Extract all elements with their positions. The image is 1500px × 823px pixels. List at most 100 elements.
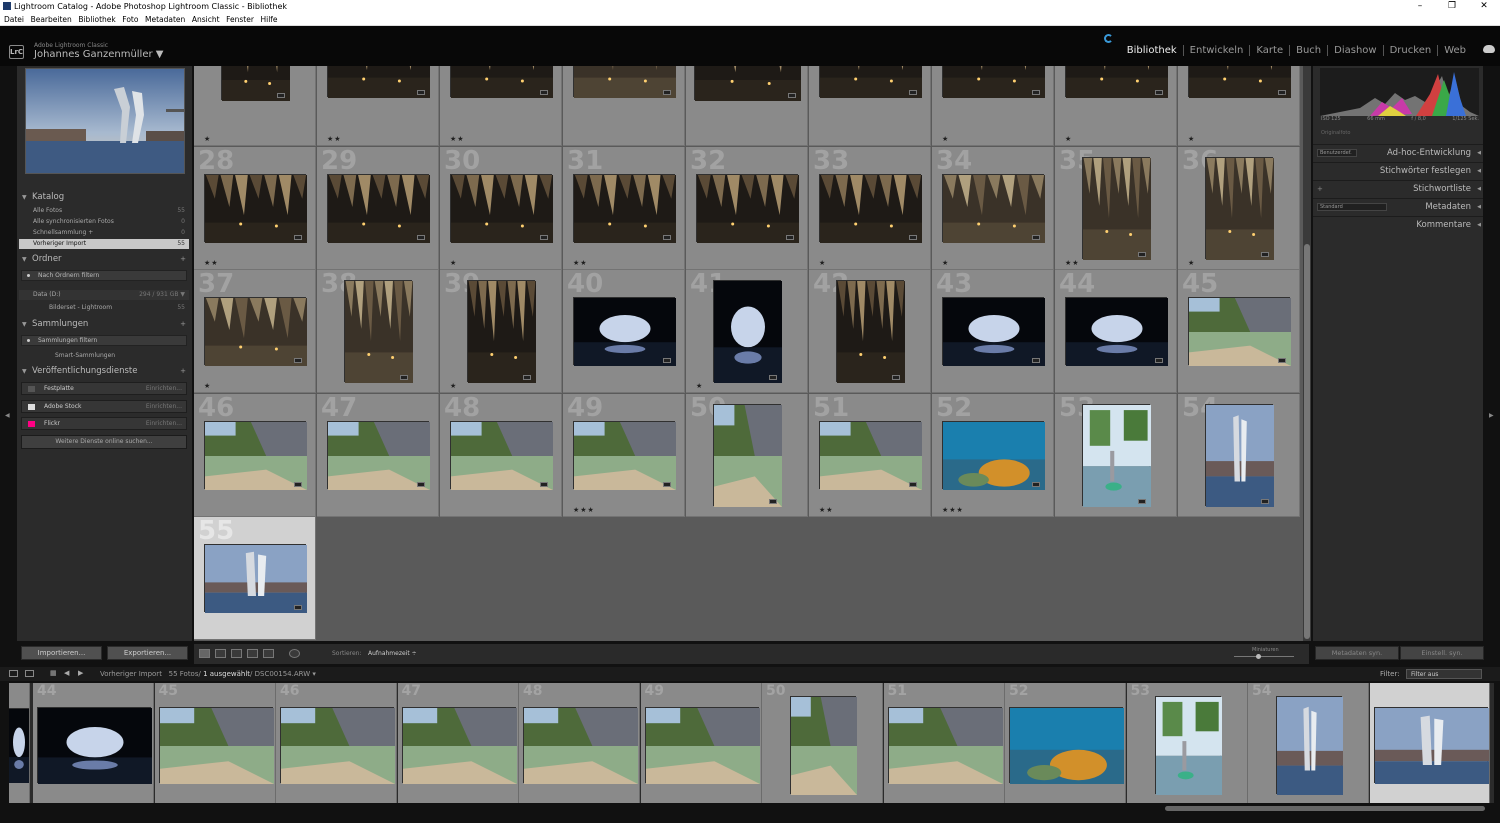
section-metadaten[interactable]: Standard Metadaten ◀ xyxy=(1313,198,1483,215)
restore-icon[interactable]: ❐ xyxy=(1436,0,1468,14)
survey-view-icon[interactable] xyxy=(247,649,258,658)
photo-thumbnail[interactable] xyxy=(204,544,307,613)
filmstrip-thumbnail[interactable] xyxy=(1276,696,1343,795)
grid-cell[interactable]: 35 ★★ xyxy=(1055,147,1177,270)
photo-thumbnail[interactable] xyxy=(450,66,553,98)
edit-badge-icon[interactable] xyxy=(1138,499,1146,504)
grid-cell[interactable]: ★★ xyxy=(317,66,439,146)
export-button[interactable]: Exportieren... xyxy=(107,646,188,660)
edit-badge-icon[interactable] xyxy=(786,235,794,240)
filmstrip-thumbnail[interactable] xyxy=(280,707,395,784)
menu-metadaten[interactable]: Metadaten xyxy=(145,14,185,25)
photo-thumbnail[interactable] xyxy=(327,421,430,490)
smart-collections-row[interactable]: Smart-Sammlungen xyxy=(19,351,189,361)
filmstrip-thumbnail[interactable] xyxy=(158,707,274,784)
grid-cell[interactable]: 39 ★ xyxy=(440,270,562,393)
scrollbar-thumb[interactable] xyxy=(1304,244,1310,639)
folder-filter-input[interactable]: Nach Ordnern filtern xyxy=(21,270,187,281)
filmstrip-cell[interactable]: 46 xyxy=(276,683,397,803)
edit-badge-icon[interactable] xyxy=(540,235,548,240)
photo-thumbnail[interactable] xyxy=(942,297,1045,366)
back-arrow-icon[interactable]: ◀ xyxy=(64,670,73,677)
catalog-item[interactable]: Schnellsammlung +0 xyxy=(19,228,189,238)
edit-badge-icon[interactable] xyxy=(277,93,285,98)
sort-select[interactable]: Aufnahmezeit ÷ xyxy=(368,650,417,657)
filmstrip-thumbnail[interactable] xyxy=(1009,707,1124,784)
edit-badge-icon[interactable] xyxy=(540,482,548,487)
photo-thumbnail[interactable] xyxy=(1082,404,1151,507)
grid-cell[interactable]: 48 xyxy=(440,394,562,517)
edit-badge-icon[interactable] xyxy=(1155,90,1163,95)
module-diashow[interactable]: Diashow xyxy=(1328,45,1382,56)
menu-foto[interactable]: Foto xyxy=(122,14,138,25)
left-panel-edge[interactable]: ◀ xyxy=(0,66,17,666)
grid-cell[interactable]: ★ xyxy=(194,66,316,146)
add-icon[interactable]: + xyxy=(180,253,186,266)
filmstrip-cell[interactable]: 51 xyxy=(883,683,1005,803)
add-icon[interactable]: + xyxy=(180,365,186,378)
module-buch[interactable]: Buch xyxy=(1290,45,1327,56)
grid-cell[interactable]: 43 xyxy=(932,270,1054,393)
edit-badge-icon[interactable] xyxy=(909,90,917,95)
photo-thumbnail[interactable] xyxy=(573,174,676,243)
filmstrip-breadcrumb[interactable]: Vorheriger Import 55 Fotos/ 1 ausgewählt… xyxy=(100,670,316,678)
menu-datei[interactable]: Datei xyxy=(4,14,24,25)
star-rating[interactable]: ★★ xyxy=(450,135,465,143)
edit-badge-icon[interactable] xyxy=(1032,90,1040,95)
star-rating[interactable]: ★ xyxy=(1188,259,1195,267)
edit-badge-icon[interactable] xyxy=(1032,358,1040,363)
thumbnail-size-knob[interactable] xyxy=(1256,654,1261,659)
edit-badge-icon[interactable] xyxy=(909,482,917,487)
section-katalog[interactable]: ▼ Katalog xyxy=(17,191,192,204)
grid-cell[interactable]: 29 xyxy=(317,147,439,270)
menu-hilfe[interactable]: Hilfe xyxy=(260,14,277,25)
filmstrip-cell[interactable]: 49 xyxy=(640,683,762,803)
grid-cell[interactable]: 33 ★ xyxy=(809,147,931,270)
edit-badge-icon[interactable] xyxy=(769,499,777,504)
photo-thumbnail[interactable] xyxy=(573,66,676,98)
grid-cell[interactable]: ★ xyxy=(932,66,1054,146)
filter-select[interactable]: Filter aus xyxy=(1406,669,1482,679)
module-bibliothek[interactable]: Bibliothek xyxy=(1121,45,1183,56)
star-rating[interactable]: ★★★ xyxy=(942,506,964,514)
photo-thumbnail[interactable] xyxy=(573,421,676,490)
star-rating[interactable]: ★★ xyxy=(327,135,342,143)
edit-badge-icon[interactable] xyxy=(417,482,425,487)
star-rating[interactable]: ★ xyxy=(204,135,211,143)
catalog-item[interactable]: Alle synchronisierten Fotos 0 xyxy=(19,217,189,227)
find-more-services-button[interactable]: Weitere Dienste online suchen... xyxy=(21,435,187,449)
edit-badge-icon[interactable] xyxy=(1278,90,1286,95)
histogram[interactable] xyxy=(1320,68,1479,116)
section-ad-hoc-entwicklung[interactable]: Benutzerdef. Ad-hoc-Entwicklung ◀ xyxy=(1313,144,1483,161)
section-publish-services[interactable]: ▼ Veröffentlichungsdienste + xyxy=(17,365,192,378)
section-stichwörter-festlegen[interactable]: Stichwörter festlegen ◀ xyxy=(1313,162,1483,179)
grid-cell[interactable] xyxy=(809,66,931,146)
filmstrip-thumbnail[interactable] xyxy=(523,707,638,784)
filmstrip-thumbnail[interactable] xyxy=(790,696,857,795)
grid-cell-selected[interactable]: 55 xyxy=(194,517,316,640)
filmstrip-thumbnail[interactable] xyxy=(887,707,1003,784)
star-rating[interactable]: ★ xyxy=(942,259,949,267)
edit-badge-icon[interactable] xyxy=(892,375,900,380)
star-rating[interactable]: ★ xyxy=(942,135,949,143)
grid-cell[interactable]: 28 ★★ xyxy=(194,147,316,270)
service-adobe-stock[interactable]: Adobe Stock Einrichten... xyxy=(21,400,187,413)
photo-thumbnail[interactable] xyxy=(942,174,1045,243)
edit-badge-icon[interactable] xyxy=(1032,235,1040,240)
close-icon[interactable]: ✕ xyxy=(1468,0,1500,14)
grid-cell[interactable]: ★★ xyxy=(440,66,562,146)
edit-badge-icon[interactable] xyxy=(1155,358,1163,363)
collapse-right-icon[interactable]: ▶ xyxy=(1489,412,1494,419)
add-icon[interactable]: + xyxy=(180,318,186,331)
photo-thumbnail[interactable] xyxy=(1205,404,1274,507)
photo-thumbnail[interactable] xyxy=(1188,297,1291,366)
volume-row[interactable]: Data (D:) 294 / 931 GB ▼ xyxy=(19,290,189,300)
grid-icon[interactable]: ▦ xyxy=(50,670,59,677)
grid-cell[interactable]: 38 xyxy=(317,270,439,393)
import-button[interactable]: Importieren... xyxy=(21,646,102,660)
grid-cell[interactable] xyxy=(686,66,808,146)
photo-thumbnail[interactable] xyxy=(204,297,307,366)
edit-badge-icon[interactable] xyxy=(1261,499,1269,504)
section-ordner[interactable]: ▼ Ordner + xyxy=(17,253,192,266)
grid-cell[interactable]: 49 ★★★ xyxy=(563,394,685,517)
